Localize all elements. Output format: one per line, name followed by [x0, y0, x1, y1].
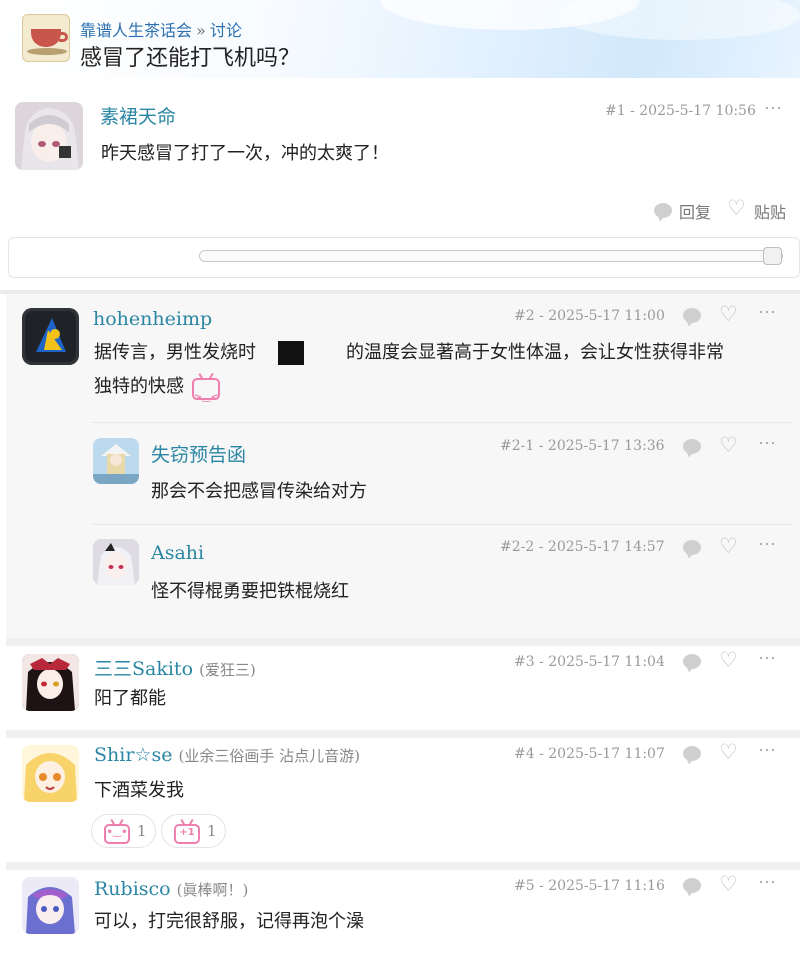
more-options-icon[interactable]: ⋯	[758, 648, 777, 669]
username-text[interactable]: Shir☆se	[94, 744, 172, 766]
reply-label: 回复	[679, 203, 712, 222]
more-options-icon[interactable]: ⋯	[758, 302, 777, 323]
username[interactable]: 三三Sakito (爱狂三)	[94, 654, 256, 681]
more-options-icon[interactable]: ⋯	[758, 740, 777, 761]
avatar[interactable]	[93, 438, 139, 484]
post-meta: #2 - 2025-5-17 11:00	[514, 308, 665, 324]
like-icon[interactable]: ♡	[719, 536, 738, 557]
username-text[interactable]: Rubisco	[94, 878, 171, 900]
post-content: 可以，打完很舒服，记得再泡个澡	[94, 911, 364, 932]
user-note: (眞棒啊！)	[176, 881, 249, 899]
post-meta: #1 - 2025-5-17 10:56	[605, 103, 756, 119]
post-content: 据传言，男性发烧时 的温度会显著高于女性体温，会让女性获得非常 独特的快感 >‿…	[94, 336, 794, 404]
post-meta: #3 - 2025-5-17 11:04	[514, 654, 665, 670]
original-post: 素裙天命 #1 - 2025-5-17 10:56 ⋯ 昨天感冒了打了一次，冲的…	[0, 88, 800, 236]
reaction-count: 1	[137, 822, 147, 840]
more-options-icon[interactable]: ⋯	[758, 433, 777, 454]
breadcrumb-category-link[interactable]: 讨论	[210, 21, 242, 40]
username[interactable]: Rubisco (眞棒啊！)	[94, 878, 248, 900]
post-content: 怪不得棍勇要把铁棍烧红	[151, 581, 349, 602]
username[interactable]: Shir☆se (业余三俗画手 沾点儿音游)	[94, 744, 360, 766]
like-icon[interactable]: ♡	[719, 304, 738, 325]
like-icon[interactable]: ♡	[719, 742, 738, 763]
like-icon[interactable]: ♡	[719, 435, 738, 456]
content-text: 据传言，男性发烧时	[94, 342, 256, 363]
post-content: 下酒菜发我	[94, 780, 184, 801]
avatar[interactable]	[15, 102, 83, 170]
comment-icon	[654, 203, 672, 218]
page-slider	[8, 237, 800, 278]
reply-icon[interactable]	[683, 878, 701, 893]
reply-post: Rubisco (眞棒啊！) #5 - 2025-5-17 11:16 ♡ ⋯ …	[6, 870, 800, 953]
user-note: (爱狂三)	[199, 661, 256, 679]
reply-post: 三三Sakito (爱狂三) #3 - 2025-5-17 11:04 ♡ ⋯ …	[6, 646, 800, 730]
reply-button[interactable]: 回复	[654, 199, 718, 223]
post-meta: #5 - 2025-5-17 11:16	[514, 878, 665, 894]
username-text[interactable]: 三三Sakito	[94, 658, 193, 680]
avatar[interactable]	[22, 654, 79, 711]
like-icon[interactable]: ♡	[719, 650, 738, 671]
user-note: (业余三俗画手 沾点儿音游)	[178, 747, 360, 765]
avatar[interactable]	[22, 877, 79, 934]
reaction-count: 1	[207, 822, 217, 840]
username[interactable]: 素裙天命	[100, 102, 176, 129]
post-content: 昨天感冒了打了一次，冲的太爽了！	[101, 143, 389, 164]
sticker-button[interactable]: ♡ 贴贴	[727, 198, 793, 224]
like-icon[interactable]: ♡	[719, 874, 738, 895]
forum-icon[interactable]	[22, 14, 70, 62]
more-options-icon[interactable]: ⋯	[764, 98, 783, 119]
slider-track[interactable]	[199, 250, 783, 262]
more-options-icon[interactable]: ⋯	[758, 872, 777, 893]
heart-icon: ♡	[727, 196, 746, 220]
post-meta: #2-2 - 2025-5-17 14:57	[500, 539, 665, 555]
username[interactable]: Asahi	[151, 542, 204, 564]
more-options-icon[interactable]: ⋯	[758, 534, 777, 555]
reply-icon[interactable]	[683, 746, 701, 761]
avatar[interactable]	[93, 539, 139, 585]
topic-header: 靠谱人生茶话会» 讨论 感冒了还能打飞机吗？	[0, 0, 800, 78]
reply-icon[interactable]	[683, 308, 701, 323]
reply-post: hohenheimp #2 - 2025-5-17 11:00 ♡ ⋯ 据传言，…	[6, 294, 800, 638]
content-text: 的温度会显著高于女性体温，会让女性获得非常	[346, 342, 724, 363]
breadcrumb-separator: »	[196, 21, 206, 40]
breadcrumb-forum-link[interactable]: 靠谱人生茶话会	[80, 21, 192, 40]
post-content: 阳了都能	[94, 688, 166, 709]
reaction-plus-one[interactable]: +1 1	[161, 814, 226, 848]
sticker-label: 贴贴	[754, 203, 787, 222]
tv-sticker-icon: >‿<	[190, 372, 224, 403]
reaction-smile[interactable]: •‿• 1	[91, 814, 156, 848]
username[interactable]: hohenheimp	[93, 308, 212, 330]
reply-icon[interactable]	[683, 654, 701, 669]
avatar[interactable]	[22, 745, 79, 802]
breadcrumb: 靠谱人生茶话会» 讨论	[80, 17, 242, 41]
reply-icon[interactable]	[683, 540, 701, 555]
post-meta: #4 - 2025-5-17 11:07	[514, 746, 665, 762]
tv-smile-icon: •‿•	[104, 824, 130, 844]
reply-post: Shir☆se (业余三俗画手 沾点儿音游) #4 - 2025-5-17 11…	[6, 738, 800, 862]
avatar[interactable]	[22, 308, 79, 365]
username[interactable]: 失窃预告函	[151, 440, 246, 467]
content-text: 独特的快感	[94, 376, 184, 397]
post-content: 那会不会把感冒传染给对方	[151, 481, 367, 502]
tv-plus-one-icon: +1	[174, 824, 200, 844]
slider-handle[interactable]	[763, 247, 782, 265]
post-meta: #2-1 - 2025-5-17 13:36	[500, 438, 665, 454]
reply-icon[interactable]	[683, 439, 701, 454]
page-title: 感冒了还能打飞机吗？	[80, 46, 301, 71]
redaction-block	[278, 341, 304, 365]
